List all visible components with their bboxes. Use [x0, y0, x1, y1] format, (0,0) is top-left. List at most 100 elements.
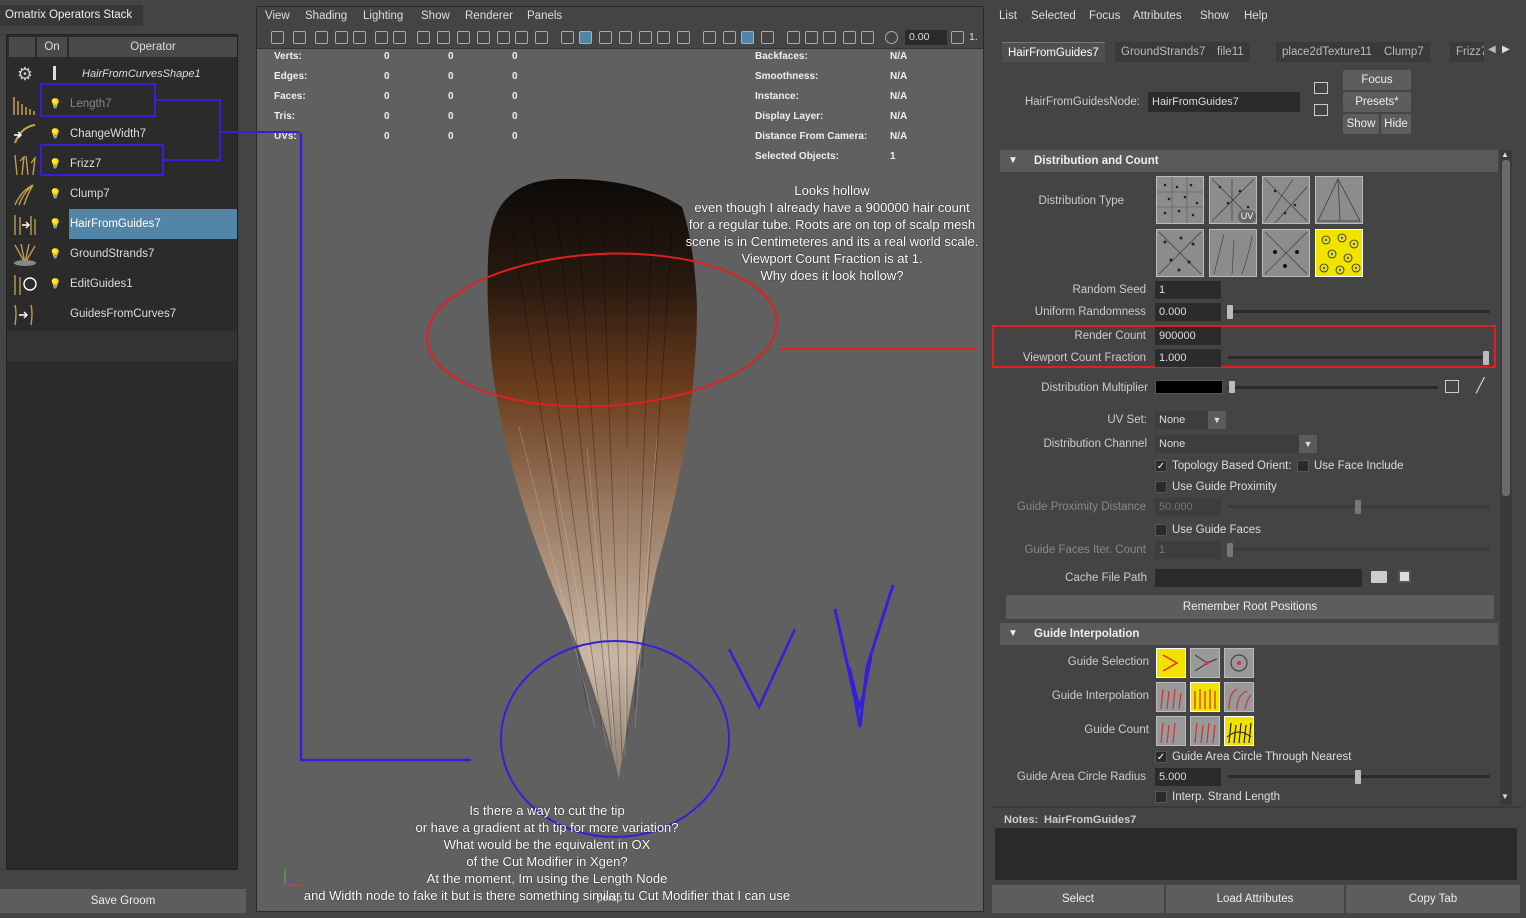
guide-interp-affine-tile[interactable] — [1190, 682, 1220, 712]
enabled-bulb-icon[interactable]: 💡 — [49, 279, 61, 291]
guide-proximity-distance-handle[interactable] — [1355, 500, 1361, 514]
guide-faces-iter-field[interactable]: 1 — [1155, 541, 1221, 559]
guide-faces-iter-handle[interactable] — [1227, 543, 1233, 557]
distribution-guide-tile[interactable] — [1262, 229, 1310, 277]
use-guide-faces-checkbox[interactable] — [1155, 524, 1167, 536]
distribution-multiplier-swatch[interactable] — [1155, 380, 1223, 394]
paint-brush-icon[interactable]: ╱ — [1476, 377, 1484, 394]
guide-count-two-tile[interactable] — [1190, 716, 1220, 746]
header-operator[interactable]: Operator — [69, 37, 237, 57]
header-on[interactable]: On — [37, 37, 67, 57]
menu-show[interactable]: Show — [1200, 10, 1229, 22]
save-icon[interactable] — [1398, 570, 1411, 583]
scroll-up-icon[interactable]: ▲ — [1501, 150, 1509, 159]
distribution-random-face-tile[interactable] — [1156, 176, 1204, 224]
guide-selection-area-tile[interactable] — [1224, 648, 1254, 678]
enabled-bulb-icon[interactable]: 💡 — [49, 219, 61, 231]
operator-row-length[interactable]: 💡 Length7 — [9, 89, 237, 119]
section-distribution-and-count[interactable]: ▼ Distribution and Count — [1000, 150, 1498, 172]
viewport-count-fraction-field[interactable]: 1.000 — [1155, 349, 1221, 367]
tab-frizz[interactable]: Frizz7 — [1450, 42, 1484, 62]
menu-selected[interactable]: Selected — [1031, 10, 1076, 22]
guide-area-radius-field[interactable]: 5.000 — [1155, 768, 1221, 786]
folder-icon[interactable] — [1371, 571, 1387, 583]
tab-hair-from-guides[interactable]: HairFromGuides7 — [1002, 42, 1105, 62]
topology-based-orient-checkbox[interactable]: ✓ — [1155, 460, 1167, 472]
distribution-channel-arrow-icon[interactable]: ▼ — [1299, 435, 1317, 453]
guide-area-radius-handle[interactable] — [1355, 770, 1361, 784]
guide-proximity-distance-field[interactable]: 50.000 — [1155, 498, 1221, 516]
guide-interp-barycentric-tile[interactable] — [1156, 682, 1186, 712]
focus-input-icon[interactable] — [1314, 82, 1328, 94]
random-seed-field[interactable]: 1 — [1155, 281, 1221, 299]
enabled-bulb-icon[interactable]: 💡 — [49, 159, 61, 171]
operator-row-ground-strands[interactable]: 💡 GroundStrands7 — [9, 239, 237, 269]
tab-clump[interactable]: Clump7 — [1378, 42, 1430, 62]
tab-ground-strands[interactable]: GroundStrands7 — [1115, 42, 1212, 62]
operator-row-frizz[interactable]: 💡 Frizz7 — [9, 149, 237, 179]
guide-selection-triangle-tile[interactable] — [1190, 648, 1220, 678]
distribution-uv-tile[interactable]: UV — [1209, 176, 1257, 224]
uniform-randomness-slider[interactable] — [1228, 310, 1490, 313]
guide-count-three-tile[interactable] — [1224, 716, 1254, 746]
enabled-bulb-icon[interactable]: 💡 — [49, 189, 61, 201]
operator-row-change-width[interactable]: 💡 ChangeWidth7 — [9, 119, 237, 149]
enabled-bulb-icon[interactable]: 💡 — [49, 249, 61, 261]
show-button[interactable]: Show — [1343, 114, 1379, 134]
load-attributes-button[interactable]: Load Attributes — [1166, 885, 1344, 913]
remember-root-positions-button[interactable]: Remember Root Positions — [1006, 595, 1494, 619]
cache-file-path-field[interactable] — [1155, 569, 1362, 587]
save-groom-button[interactable]: Save Groom — [0, 889, 246, 913]
operator-row-clump[interactable]: 💡 Clump7 — [9, 179, 237, 209]
focus-output-icon[interactable] — [1314, 104, 1328, 116]
panel-tab-title[interactable]: Ornatrix Operators Stack — [0, 5, 143, 26]
menu-attributes[interactable]: Attributes — [1133, 10, 1182, 22]
guide-interp-segment-tile[interactable] — [1224, 682, 1254, 712]
use-guide-proximity-checkbox[interactable] — [1155, 481, 1167, 493]
render-count-field[interactable]: 900000 — [1155, 327, 1221, 345]
uniform-randomness-handle[interactable] — [1227, 305, 1233, 319]
operator-row-guides-from-curves[interactable]: GuidesFromCurves7 — [9, 299, 237, 329]
uv-set-dropdown-arrow-icon[interactable]: ▼ — [1208, 411, 1226, 429]
menu-list[interactable]: List — [999, 10, 1017, 22]
enabled-bulb-icon[interactable]: 💡 — [49, 129, 61, 141]
tab-scroll-right-icon[interactable]: ▶ — [1502, 44, 1510, 55]
distribution-face-center-tile[interactable] — [1156, 229, 1204, 277]
viewport-count-fraction-slider[interactable] — [1228, 356, 1490, 359]
guide-area-circle-checkbox[interactable]: ✓ — [1155, 751, 1167, 763]
distribution-multiplier-handle[interactable] — [1229, 381, 1235, 393]
map-button-icon[interactable] — [1445, 380, 1459, 393]
enabled-bulb-icon[interactable]: 💡 — [49, 99, 61, 111]
use-face-include-checkbox[interactable] — [1297, 460, 1309, 472]
tab-scroll-left-icon[interactable]: ◀ — [1488, 44, 1496, 55]
select-button[interactable]: Select — [992, 885, 1164, 913]
operator-row-edit-guides[interactable]: 💡 EditGuides1 — [9, 269, 237, 299]
distribution-vertex-tile[interactable] — [1315, 176, 1363, 224]
hide-button[interactable]: Hide — [1381, 114, 1411, 134]
distribution-channel-dropdown[interactable]: None — [1155, 435, 1317, 453]
viewport-count-fraction-handle[interactable] — [1483, 351, 1489, 365]
uniform-randomness-field[interactable]: 0.000 — [1155, 303, 1221, 321]
distribution-random-area-tile[interactable] — [1315, 229, 1363, 277]
distribution-even-tile[interactable] — [1262, 176, 1310, 224]
menu-help[interactable]: Help — [1244, 10, 1268, 22]
notes-textarea[interactable] — [995, 828, 1517, 880]
scroll-down-icon[interactable]: ▼ — [1501, 792, 1509, 801]
distribution-multiplier-slider[interactable] — [1228, 386, 1438, 389]
interp-strand-length-checkbox[interactable] — [1155, 791, 1167, 803]
viewport-panel[interactable]: View Shading Lighting Show Renderer Pane… — [256, 6, 984, 912]
focus-button[interactable]: Focus — [1343, 70, 1411, 90]
guide-faces-iter-slider[interactable] — [1228, 548, 1490, 551]
distribution-root-tile[interactable] — [1209, 229, 1257, 277]
tab-place2d-texture[interactable]: place2dTexture11 — [1276, 42, 1378, 62]
operator-row-hair-from-guides[interactable]: 💡 HairFromGuides7 — [9, 209, 237, 239]
shape-row[interactable]: ⚙ HairFromCurvesShape1 — [9, 59, 237, 89]
menu-focus[interactable]: Focus — [1089, 10, 1120, 22]
scrollbar-thumb[interactable] — [1502, 160, 1510, 496]
presets-button[interactable]: Presets* — [1343, 92, 1411, 112]
section-guide-interpolation[interactable]: ▼ Guide Interpolation — [1000, 623, 1498, 645]
copy-tab-button[interactable]: Copy Tab — [1346, 885, 1520, 913]
node-name-field[interactable]: HairFromGuides7 — [1148, 92, 1300, 112]
guide-selection-nearest-tile[interactable] — [1156, 648, 1186, 678]
guide-count-one-tile[interactable] — [1156, 716, 1186, 746]
